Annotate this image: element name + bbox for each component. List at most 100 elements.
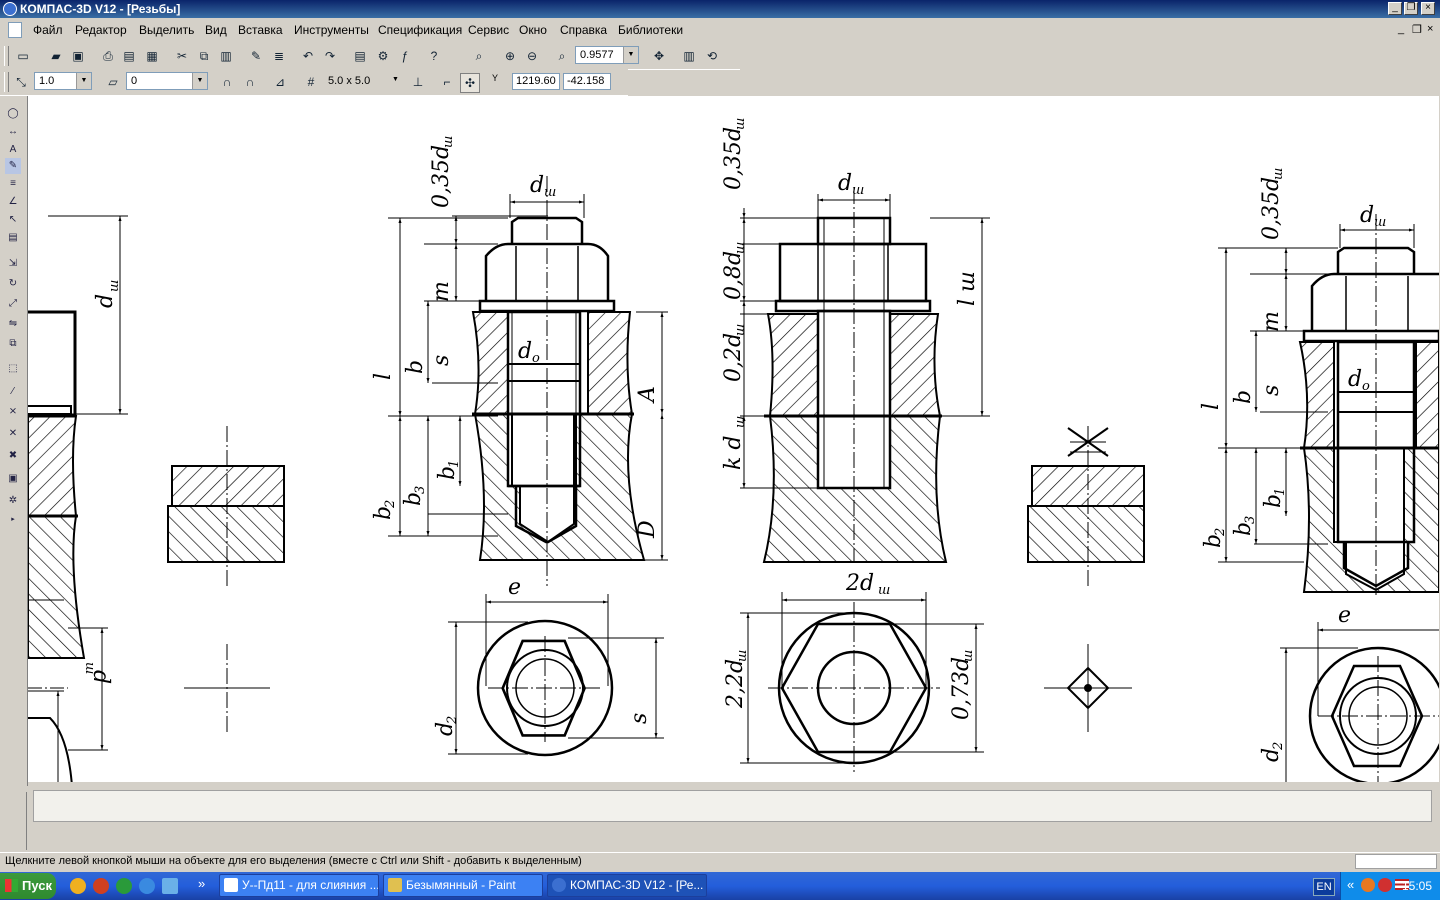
layer-combo[interactable]: 0 ▼ <box>126 72 208 90</box>
scale-combo[interactable]: 1.0 ▼ <box>34 72 92 90</box>
open-folder-icon[interactable]: ▰ <box>47 47 65 65</box>
scale-tool-icon[interactable]: ⤢ <box>5 296 21 312</box>
chevron-right-icon[interactable]: ▸ <box>5 512 21 528</box>
chevron-down-icon[interactable]: ▼ <box>76 73 91 89</box>
tray-app-icon[interactable] <box>1361 878 1375 892</box>
coord-y-field[interactable]: -42.158 <box>563 73 611 90</box>
copy-icon[interactable]: ⧉ <box>195 47 213 65</box>
document-icon[interactable] <box>8 22 22 38</box>
cut-icon[interactable]: ✂ <box>173 47 191 65</box>
rotate-icon[interactable]: ↻ <box>5 276 21 292</box>
grid-icon[interactable]: # <box>302 73 320 91</box>
close-button[interactable]: × <box>1421 2 1435 15</box>
pan-icon[interactable]: ✥ <box>650 47 668 65</box>
designations-icon[interactable]: A <box>5 142 21 158</box>
chevron-down-icon[interactable]: ▼ <box>623 47 638 63</box>
undo-icon[interactable]: ↶ <box>299 47 317 65</box>
menu-file[interactable]: Файл <box>33 23 63 37</box>
tray-app2-icon[interactable] <box>1378 878 1392 892</box>
print-preview-icon[interactable]: ▤ <box>120 47 138 65</box>
zoom-in-icon[interactable]: ⊕ <box>501 47 519 65</box>
menu-select[interactable]: Выделить <box>139 23 194 37</box>
trim2-icon[interactable]: ⨯ <box>5 404 21 420</box>
toolbar-grip[interactable] <box>4 72 9 92</box>
chevron-down-icon[interactable]: ▼ <box>392 76 399 83</box>
editing-icon[interactable]: ✎ <box>5 158 21 174</box>
fragment-icon[interactable]: ▣ <box>5 471 21 487</box>
task-word[interactable]: У--Пд11 - для слияния ... <box>219 874 379 897</box>
zoom-window-icon[interactable]: ⌕ <box>470 47 488 65</box>
save-icon[interactable]: ▣ <box>69 47 87 65</box>
quicklaunch-ie-icon[interactable] <box>139 878 155 894</box>
ortho-icon[interactable]: ⊿ <box>271 73 289 91</box>
quicklaunch-torrent-icon[interactable] <box>116 878 132 894</box>
regenerate-icon[interactable]: ⟲ <box>703 47 721 65</box>
menu-editor[interactable]: Редактор <box>75 23 127 37</box>
format-brush-icon[interactable]: ✎ <box>247 47 265 65</box>
panel-grip[interactable] <box>4 792 27 850</box>
quicklaunch-browser-icon[interactable] <box>93 878 109 894</box>
select-icon[interactable]: ↖ <box>5 212 21 228</box>
scale-icon[interactable]: ⤡ <box>12 73 30 91</box>
language-indicator[interactable]: EN <box>1313 878 1335 896</box>
cursor-coords-icon[interactable]: ✣ <box>460 73 480 93</box>
paste-icon[interactable]: ▥ <box>217 47 235 65</box>
doc-close-button[interactable]: × <box>1427 23 1433 35</box>
grid-step[interactable]: 5.0 x 5.0 <box>328 75 370 87</box>
snap-magnet-icon[interactable]: ∩ <box>218 73 236 91</box>
chevron-down-icon[interactable]: ▼ <box>192 73 207 89</box>
measure-icon[interactable]: ∠ <box>5 194 21 210</box>
spec-icon[interactable]: ▤ <box>5 230 21 246</box>
quicklaunch-desktop-icon[interactable] <box>162 878 178 894</box>
symmetry-icon[interactable]: ⇋ <box>5 316 21 332</box>
zoom-combo[interactable]: 0.9577 ▼ <box>575 46 639 64</box>
coord-x-field[interactable]: 1219.60 <box>512 73 560 90</box>
copy-tool-icon[interactable]: ⧉ <box>5 336 21 352</box>
parametrization-icon[interactable]: ≡ <box>5 176 21 192</box>
dimensions-icon[interactable]: ↔ <box>5 124 21 140</box>
drawing-canvas[interactable]: d ш d ш d ш 0,35d ш m s b l d о A D b 1 … <box>27 96 1439 782</box>
properties-icon[interactable]: ≣ <box>270 47 288 65</box>
geometry-icon[interactable]: ◯ <box>5 106 21 122</box>
doc-restore-button[interactable]: ❐ <box>1412 23 1422 36</box>
chevron-double-right-icon[interactable]: » <box>198 876 205 891</box>
manager-icon[interactable]: ▤ <box>351 47 369 65</box>
menu-libraries[interactable]: Библиотеки <box>618 23 683 37</box>
doc-minimize-button[interactable]: _ <box>1398 23 1404 35</box>
toolbar-grip[interactable] <box>4 46 9 66</box>
zoom-out-icon[interactable]: ⊖ <box>523 47 541 65</box>
trim-icon[interactable]: ⁄ <box>5 384 21 400</box>
move-icon[interactable]: ⇲ <box>5 256 21 272</box>
explode-icon[interactable]: ✲ <box>5 493 21 509</box>
start-button[interactable]: Пуск <box>0 873 56 899</box>
print-layout-icon[interactable]: ▦ <box>143 47 161 65</box>
quicklaunch-app-icon[interactable] <box>70 878 86 894</box>
local-cs-icon[interactable]: ⊥ <box>409 73 427 91</box>
deform-icon[interactable]: ⬚ <box>5 361 21 377</box>
maximize-button[interactable]: ❐ <box>1404 2 1418 15</box>
menu-insert[interactable]: Вставка <box>238 23 283 37</box>
help-pointer-icon[interactable]: ? <box>425 47 443 65</box>
delete-icon[interactable]: ✖ <box>5 448 21 464</box>
zoom-scale-icon[interactable]: ⌕ <box>553 47 571 65</box>
variables-icon[interactable]: ƒ <box>396 47 414 65</box>
refresh-icon[interactable]: ▥ <box>680 47 698 65</box>
menu-help[interactable]: Справка <box>560 23 607 37</box>
minimize-button[interactable]: _ <box>1388 2 1402 15</box>
redo-icon[interactable]: ↷ <box>321 47 339 65</box>
menu-view[interactable]: Вид <box>205 23 227 37</box>
menu-service[interactable]: Сервис <box>468 23 509 37</box>
print-icon[interactable]: ⎙ <box>99 47 117 65</box>
local-snap-icon[interactable]: ∩ <box>241 73 259 91</box>
tray-expand-icon[interactable]: « <box>1347 877 1354 892</box>
break-icon[interactable]: ✕ <box>5 426 21 442</box>
menu-window[interactable]: Окно <box>519 23 547 37</box>
orthogonal-mode-icon[interactable]: ⌐ <box>438 73 456 91</box>
task-paint[interactable]: Безымянный - Paint <box>383 874 543 897</box>
task-kompas[interactable]: КОМПАС-3D V12 - [Ре... <box>547 874 707 897</box>
menu-specification[interactable]: Спецификация <box>378 23 462 37</box>
layer-icon[interactable]: ▱ <box>104 73 122 91</box>
menu-tools[interactable]: Инструменты <box>294 23 369 37</box>
library-icon[interactable]: ⚙ <box>374 47 392 65</box>
property-field[interactable] <box>33 790 1432 822</box>
